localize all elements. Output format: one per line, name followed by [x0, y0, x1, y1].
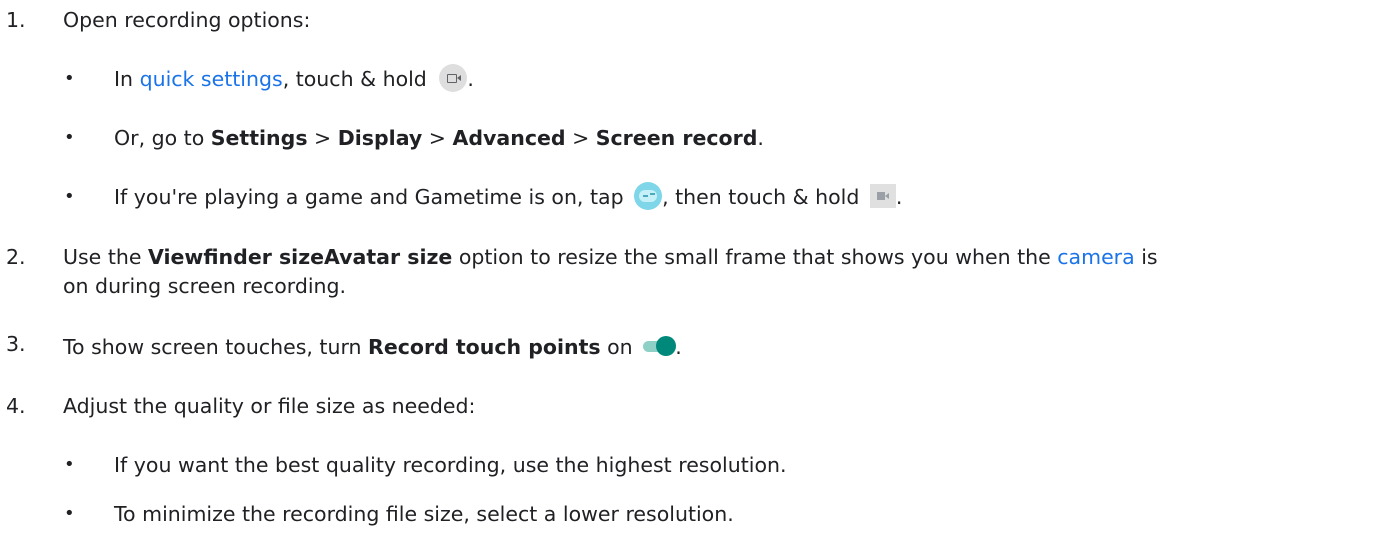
bullet-text: If you're playing a game and Gametime is…	[114, 185, 631, 209]
bullet-text: If you want the best quality recording, …	[114, 453, 787, 477]
settings-label: Settings	[210, 126, 308, 150]
screen-record-icon	[439, 64, 468, 92]
step-text: .	[675, 335, 682, 359]
display-label: Display	[337, 126, 423, 150]
viewfinder-size-label: Viewfinder sizeAvatar size	[147, 245, 453, 269]
step-text: Use the	[63, 245, 148, 269]
step-text: To show screen touches, turn	[63, 335, 369, 359]
separator: >	[307, 126, 338, 150]
screen-record-label: Screen record	[595, 126, 758, 150]
step-text: Adjust the quality or file size as neede…	[63, 394, 476, 418]
record-video-icon	[869, 184, 896, 208]
step-text: option to resize the small frame that sh…	[452, 245, 1058, 269]
bullet-text: , touch & hold	[282, 67, 434, 91]
step-number: 3.	[6, 332, 26, 356]
bullet-text: To minimize the recording file size, sel…	[114, 502, 734, 526]
step-text: Open recording options:	[63, 8, 311, 32]
camera-link[interactable]: camera	[1057, 245, 1134, 269]
bullet-marker: •	[64, 454, 75, 475]
separator: >	[565, 126, 596, 150]
bullet-marker: •	[64, 503, 75, 524]
record-touch-points-label: Record touch points	[368, 335, 601, 359]
bullet-text: .	[895, 185, 903, 209]
bullet-marker: •	[64, 127, 75, 148]
step-number: 2.	[6, 245, 26, 269]
separator: >	[422, 126, 453, 150]
advanced-label: Advanced	[452, 126, 566, 150]
bullet-text: Or, go to	[114, 126, 211, 150]
step-text: on	[600, 335, 640, 359]
toggle-on-icon	[643, 336, 677, 356]
bullet-marker: •	[64, 68, 75, 89]
bullet-text: .	[757, 126, 764, 150]
step-text: is	[1134, 245, 1158, 269]
bullet-text: .	[467, 67, 474, 91]
step-number: 1.	[6, 8, 26, 32]
bullet-marker: •	[64, 186, 75, 207]
quick-settings-link[interactable]: quick settings	[140, 67, 283, 91]
step-number: 4.	[6, 394, 26, 418]
bullet-text: , then touch & hold	[662, 185, 866, 209]
gametime-icon	[634, 182, 663, 210]
bullet-text: In	[114, 67, 140, 91]
step-text: on during screen recording.	[63, 274, 347, 298]
